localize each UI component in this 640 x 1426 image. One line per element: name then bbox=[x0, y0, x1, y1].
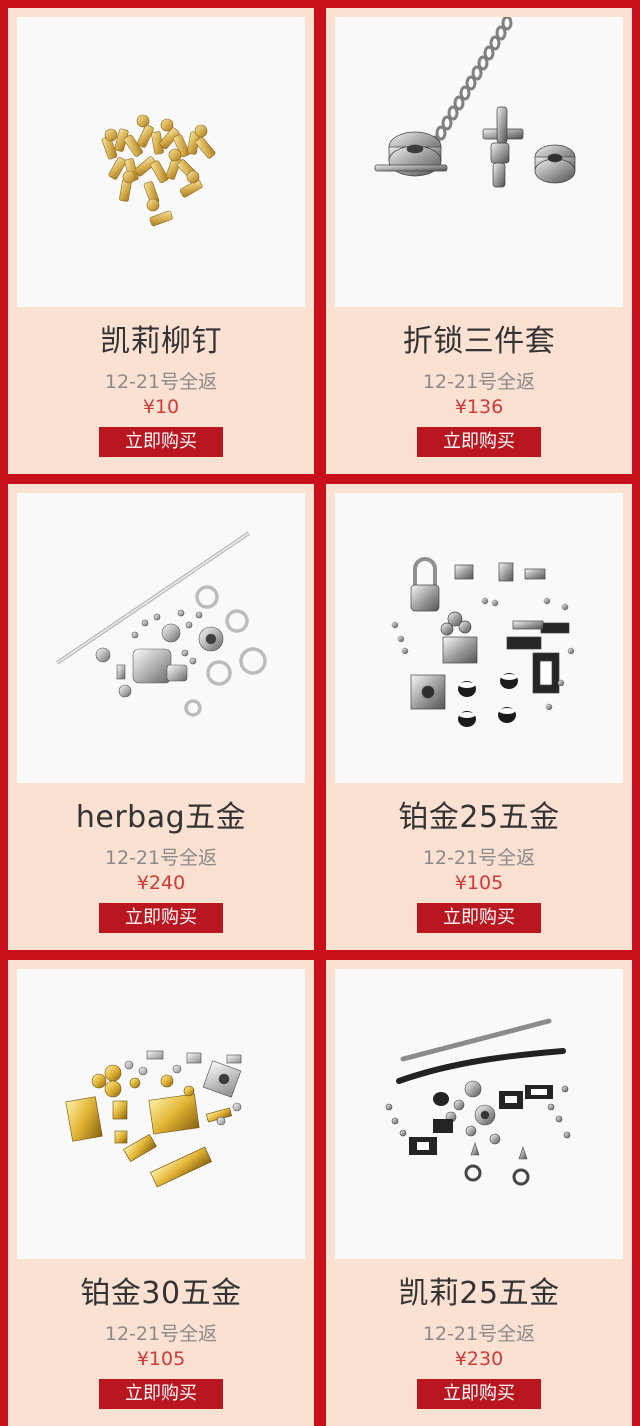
product-card-kelly-rivets[interactable]: 凯莉柳钉 12-21号全返 ¥10 立即购买 bbox=[8, 8, 314, 474]
product-image-black-strap-hardware[interactable] bbox=[335, 969, 623, 1259]
buy-now-button[interactable]: 立即购买 bbox=[417, 903, 541, 933]
product-title: 凯莉柳钉 bbox=[100, 324, 222, 359]
product-image-gold-rivets[interactable] bbox=[17, 17, 305, 307]
product-card-birkin-25-hardware[interactable]: 铂金25五金 12-21号全返 ¥105 立即购买 bbox=[326, 484, 632, 950]
product-image-gold-lock-hardware[interactable] bbox=[17, 969, 305, 1259]
product-title: 铂金25五金 bbox=[398, 800, 560, 835]
buy-now-button[interactable]: 立即购买 bbox=[99, 1379, 223, 1409]
product-price: ¥105 bbox=[454, 872, 504, 894]
product-title: 凯莉25五金 bbox=[398, 1276, 560, 1311]
product-promo: 12-21号全返 bbox=[422, 371, 536, 393]
product-price: ¥10 bbox=[142, 396, 180, 418]
product-grid: 凯莉柳钉 12-21号全返 ¥10 立即购买 折锁三件套 12-21号全返 ¥1… bbox=[0, 0, 640, 1426]
product-title: herbag五金 bbox=[75, 800, 247, 835]
product-card-herbag-hardware[interactable]: herbag五金 12-21号全返 ¥240 立即购买 bbox=[8, 484, 314, 950]
buy-now-button[interactable]: 立即购买 bbox=[99, 903, 223, 933]
product-promo: 12-21号全返 bbox=[104, 1323, 218, 1345]
buy-now-button[interactable]: 立即购买 bbox=[417, 1379, 541, 1409]
product-image-silver-hardware-rod[interactable] bbox=[17, 493, 305, 783]
product-price: ¥136 bbox=[454, 396, 504, 418]
product-card-kelly-25-hardware[interactable]: 凯莉25五金 12-21号全返 ¥230 立即购买 bbox=[326, 960, 632, 1426]
product-price: ¥230 bbox=[454, 1348, 504, 1370]
product-card-birkin-30-hardware[interactable]: 铂金30五金 12-21号全返 ¥105 立即购买 bbox=[8, 960, 314, 1426]
product-price: ¥240 bbox=[136, 872, 186, 894]
product-promo: 12-21号全返 bbox=[422, 847, 536, 869]
product-image-silver-lock-hardware[interactable] bbox=[335, 493, 623, 783]
product-title: 铂金30五金 bbox=[80, 1276, 242, 1311]
product-promo: 12-21号全返 bbox=[104, 371, 218, 393]
buy-now-button[interactable]: 立即购买 bbox=[99, 427, 223, 457]
product-price: ¥105 bbox=[136, 1348, 186, 1370]
buy-now-button[interactable]: 立即购买 bbox=[417, 427, 541, 457]
product-card-folding-lock-set[interactable]: 折锁三件套 12-21号全返 ¥136 立即购买 bbox=[326, 8, 632, 474]
product-title: 折锁三件套 bbox=[402, 324, 556, 359]
product-promo: 12-21号全返 bbox=[422, 1323, 536, 1345]
product-promo: 12-21号全返 bbox=[104, 847, 218, 869]
product-image-chain-lock-set[interactable] bbox=[335, 17, 623, 307]
